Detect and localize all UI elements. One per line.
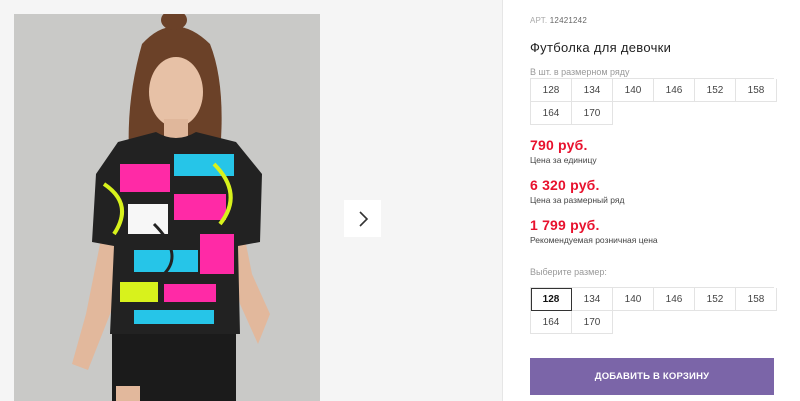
pack-price-label: Цена за размерный ряд [530,195,625,205]
size-picker-label: Выберите размер: [530,267,607,277]
product-title: Футболка для девочки [530,40,672,55]
pack-size-cell: 170 [572,102,613,125]
product-image [14,14,320,401]
size-option[interactable]: 140 [613,288,654,311]
size-picker-grid: 128 134 140 146 152 158 164 170 [530,287,777,334]
retail-price-label: Рекомендуемая розничная цена [530,235,658,245]
add-to-cart-button[interactable]: ДОБАВИТЬ В КОРЗИНУ [530,358,774,395]
chevron-right-icon [358,210,368,227]
pack-price: 6 320 руб. [530,177,600,193]
size-option[interactable]: 146 [654,288,695,311]
pack-size-cell: 158 [736,79,777,102]
unit-price: 790 руб. [530,137,588,153]
next-image-button[interactable] [344,200,381,237]
size-option-selected[interactable]: 128 [531,288,572,311]
article-number: 12421242 [549,16,587,25]
product-photo[interactable] [14,14,320,401]
pack-size-cell: 152 [695,79,736,102]
size-option[interactable]: 134 [572,288,613,311]
pack-size-cell: 146 [654,79,695,102]
retail-price: 1 799 руб. [530,217,600,233]
pack-size-cell: 134 [572,79,613,102]
pack-sizes-grid: 128 134 140 146 152 158 164 170 [530,78,777,125]
size-option[interactable]: 152 [695,288,736,311]
product-gallery [0,0,503,401]
pack-size-cell: 140 [613,79,654,102]
pack-size-cell: 164 [531,102,572,125]
size-option[interactable]: 164 [531,311,572,334]
size-option[interactable]: 158 [736,288,777,311]
article-label: АРТ. [530,16,548,25]
pack-size-cell: 128 [531,79,572,102]
unit-price-label: Цена за единицу [530,155,597,165]
pack-sizes-label: В шт. в размерном ряду [530,67,630,77]
size-option[interactable]: 170 [572,311,613,334]
article: АРТ. 12421242 [530,16,587,25]
